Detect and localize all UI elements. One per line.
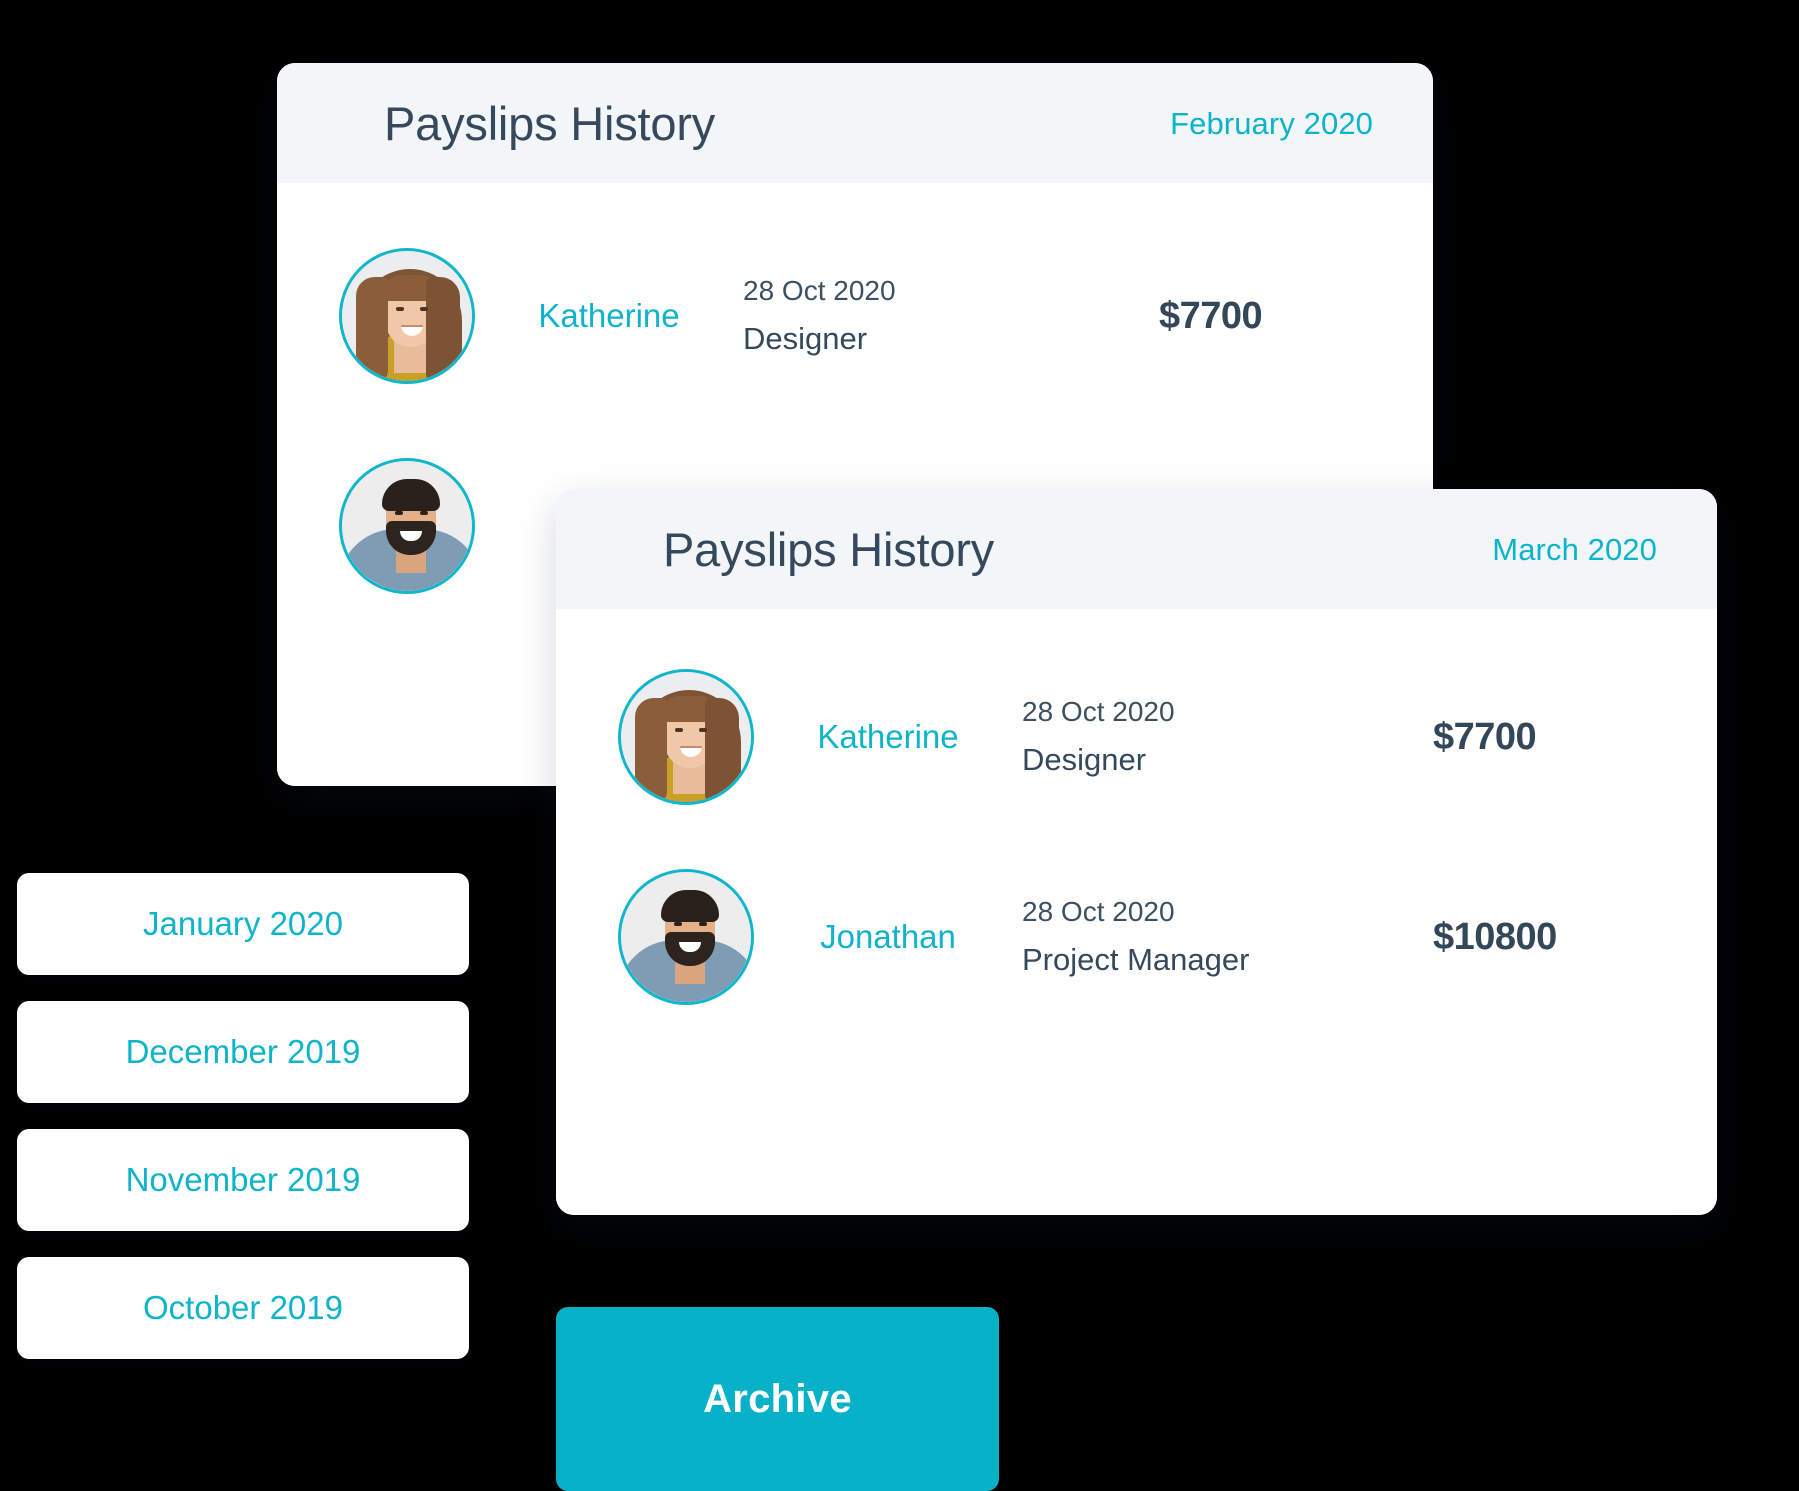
- month-item-label: January 2020: [143, 905, 343, 942]
- payslip-amount: $10800: [1433, 915, 1557, 958]
- payslip-amount: $7700: [1159, 294, 1263, 337]
- payslip-date: 28 Oct 2020: [1022, 896, 1175, 927]
- page-title: Payslips History: [384, 96, 716, 150]
- male-avatar-icon: [621, 872, 751, 1002]
- payslip-details: 28 Oct 2020 Designer: [1022, 696, 1433, 778]
- page-title: Payslips History: [663, 522, 995, 576]
- month-item-january-2020[interactable]: January 2020: [17, 873, 469, 975]
- payslip-date: 28 Oct 2020: [743, 275, 896, 306]
- month-item-november-2019[interactable]: November 2019: [17, 1129, 469, 1231]
- avatar: [339, 458, 475, 594]
- card-month-label: February 2020: [1170, 105, 1373, 141]
- employee-name[interactable]: Katherine: [475, 297, 743, 335]
- page-root: Payslips History February 2020 Katherine…: [0, 0, 1799, 1491]
- employee-name[interactable]: Jonathan: [754, 918, 1022, 956]
- archive-button-label: Archive: [703, 1376, 852, 1421]
- payslip-date: 28 Oct 2020: [1022, 696, 1175, 727]
- month-item-december-2019[interactable]: December 2019: [17, 1001, 469, 1103]
- avatar: [618, 869, 754, 1005]
- payslip-amount: $7700: [1433, 715, 1537, 758]
- card-header: Payslips History March 2020: [556, 489, 1717, 609]
- card-header: Payslips History February 2020: [277, 63, 1433, 183]
- employee-role: Designer: [1022, 742, 1147, 777]
- archive-button[interactable]: Archive: [556, 1307, 999, 1491]
- female-avatar-icon: [621, 672, 751, 802]
- card-month-label: March 2020: [1492, 531, 1657, 567]
- female-avatar-icon: [342, 251, 472, 381]
- payslip-details: 28 Oct 2020 Project Manager: [1022, 896, 1433, 978]
- month-archive-list: January 2020 December 2019 November 2019…: [17, 873, 469, 1385]
- avatar: [339, 248, 475, 384]
- table-row[interactable]: Jonathan 28 Oct 2020 Project Manager $10…: [556, 837, 1717, 1037]
- employee-name[interactable]: Katherine: [754, 718, 1022, 756]
- card-body: Katherine 28 Oct 2020 Designer $7700: [556, 609, 1717, 1215]
- employee-role: Designer: [743, 321, 868, 356]
- table-row[interactable]: Katherine 28 Oct 2020 Designer $7700: [277, 211, 1433, 421]
- table-row[interactable]: Katherine 28 Oct 2020 Designer $7700: [556, 637, 1717, 837]
- employee-role: Project Manager: [1022, 942, 1250, 977]
- payslips-card-march: Payslips History March 2020 Katherine 28…: [556, 489, 1717, 1215]
- month-item-october-2019[interactable]: October 2019: [17, 1257, 469, 1359]
- payslip-details: 28 Oct 2020 Designer: [743, 275, 1149, 357]
- month-item-label: October 2019: [143, 1289, 343, 1326]
- male-avatar-icon: [342, 461, 472, 591]
- avatar: [618, 669, 754, 805]
- month-item-label: November 2019: [125, 1161, 361, 1198]
- month-item-label: December 2019: [125, 1033, 361, 1070]
